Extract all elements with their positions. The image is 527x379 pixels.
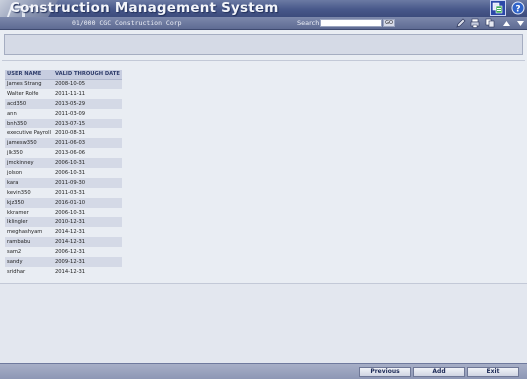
column-header-valid-through[interactable]: VALID THROUGH DATE bbox=[52, 70, 122, 80]
user-name-cell[interactable]: kkramer bbox=[5, 207, 53, 218]
table-row[interactable]: acd350 2013-05-29 bbox=[5, 98, 122, 109]
user-name-cell[interactable]: executive Payroll bbox=[5, 128, 53, 139]
arrow-up-icon bbox=[503, 20, 510, 26]
user-table: USER NAME VALID THROUGH DATE James Stran… bbox=[5, 70, 122, 277]
table-row[interactable]: sam2 2006-12-31 bbox=[5, 247, 122, 258]
table-row[interactable]: ann 2011-03-09 bbox=[5, 108, 122, 119]
user-name-cell[interactable]: sridhar bbox=[5, 266, 53, 277]
valid-date-cell: 2013-06-06 bbox=[52, 148, 122, 159]
help-icon: ? bbox=[511, 1, 525, 15]
search-input[interactable] bbox=[320, 19, 382, 27]
copy-icon bbox=[485, 18, 494, 28]
print-tool-button[interactable] bbox=[469, 18, 480, 28]
detail-area bbox=[0, 283, 527, 363]
scroll-up-button[interactable] bbox=[501, 18, 512, 28]
valid-date-cell: 2010-08-31 bbox=[52, 128, 122, 139]
table-row[interactable]: kevin350 2011-03-31 bbox=[5, 187, 122, 198]
user-name-cell[interactable]: James Strang bbox=[5, 79, 53, 89]
valid-date-cell: 2009-12-31 bbox=[52, 257, 122, 267]
title-bar: Construction Management System ? bbox=[0, 0, 527, 30]
valid-date-cell: 2006-10-31 bbox=[52, 168, 122, 178]
user-name-cell[interactable]: meghashyam bbox=[5, 227, 53, 238]
add-button[interactable]: Add bbox=[413, 367, 465, 377]
svg-text:?: ? bbox=[515, 4, 520, 14]
valid-date-cell: 2011-09-30 bbox=[52, 177, 122, 188]
user-name-cell[interactable]: rambabu bbox=[5, 237, 53, 248]
table-row[interactable]: bnh350 2013-07-15 bbox=[5, 118, 122, 129]
valid-date-cell: 2014-12-31 bbox=[52, 266, 122, 277]
valid-date-cell: 2011-06-03 bbox=[52, 138, 122, 149]
user-name-cell[interactable]: ann bbox=[5, 108, 53, 119]
valid-date-cell: 2011-03-09 bbox=[52, 108, 122, 119]
app-switch-icon bbox=[492, 2, 503, 14]
filter-panel bbox=[4, 34, 523, 55]
table-row[interactable]: executive Payroll 2010-08-31 bbox=[5, 128, 122, 139]
search-label: Search bbox=[297, 19, 320, 27]
valid-date-cell: 2006-12-31 bbox=[52, 247, 122, 258]
table-row[interactable]: sandy 2009-12-31 bbox=[5, 257, 122, 267]
user-list-area: USER NAME VALID THROUGH DATE James Stran… bbox=[2, 60, 525, 283]
table-row[interactable]: sridhar 2014-12-31 bbox=[5, 266, 122, 277]
valid-date-cell: 2014-12-31 bbox=[52, 227, 122, 238]
app-title: Construction Management System bbox=[10, 0, 279, 16]
table-row[interactable]: kara 2011-09-30 bbox=[5, 177, 122, 188]
context-bar: 01/000 CGC Construction Corp Search GO bbox=[0, 17, 527, 30]
copy-tool-button[interactable] bbox=[484, 18, 495, 28]
user-name-cell[interactable]: lklingler bbox=[5, 217, 53, 228]
table-row[interactable]: lklingler 2010-12-31 bbox=[5, 217, 122, 228]
table-row[interactable]: meghashyam 2014-12-31 bbox=[5, 227, 122, 238]
print-icon bbox=[470, 18, 479, 28]
table-row[interactable]: kkramer 2006-10-31 bbox=[5, 207, 122, 218]
user-name-cell[interactable]: kjz350 bbox=[5, 197, 53, 208]
user-name-cell[interactable]: acd350 bbox=[5, 98, 53, 109]
user-name-cell[interactable]: jolson bbox=[5, 168, 53, 178]
company-label: 01/000 CGC Construction Corp bbox=[72, 19, 182, 27]
arrow-down-icon bbox=[517, 20, 524, 26]
previous-button[interactable]: Previous bbox=[359, 367, 411, 377]
user-name-cell[interactable]: kara bbox=[5, 177, 53, 188]
valid-date-cell: 2014-12-31 bbox=[52, 237, 122, 248]
help-button[interactable]: ? bbox=[510, 0, 526, 16]
app-switch-button[interactable] bbox=[490, 0, 506, 16]
table-row[interactable]: kjz350 2016-01-10 bbox=[5, 197, 122, 208]
table-header-row: USER NAME VALID THROUGH DATE bbox=[5, 70, 122, 80]
user-name-cell[interactable]: sandy bbox=[5, 257, 53, 267]
table-row[interactable]: James Strang 2008-10-05 bbox=[5, 79, 122, 89]
table-row[interactable]: jamesw350 2011-06-03 bbox=[5, 138, 122, 149]
user-name-cell[interactable]: sam2 bbox=[5, 247, 53, 258]
table-row[interactable]: jolson 2006-10-31 bbox=[5, 168, 122, 178]
go-button[interactable]: GO bbox=[383, 19, 395, 27]
valid-date-cell: 2011-11-11 bbox=[52, 88, 122, 99]
user-name-cell[interactable]: jamesw350 bbox=[5, 138, 53, 149]
valid-date-cell: 2006-10-31 bbox=[52, 207, 122, 218]
valid-date-cell: 2006-10-31 bbox=[52, 158, 122, 169]
column-header-user-name[interactable]: USER NAME bbox=[5, 70, 53, 80]
table-row[interactable]: jlk350 2013-06-06 bbox=[5, 148, 122, 159]
edit-tool-button[interactable] bbox=[455, 18, 466, 28]
user-name-cell[interactable]: bnh350 bbox=[5, 118, 53, 129]
user-name-cell[interactable]: kevin350 bbox=[5, 187, 53, 198]
valid-date-cell: 2011-03-31 bbox=[52, 187, 122, 198]
valid-date-cell: 2016-01-10 bbox=[52, 197, 122, 208]
valid-date-cell: 2013-05-29 bbox=[52, 98, 122, 109]
user-name-cell[interactable]: jmckinney bbox=[5, 158, 53, 169]
valid-date-cell: 2008-10-05 bbox=[52, 79, 122, 89]
pen-icon bbox=[455, 18, 465, 28]
valid-date-cell: 2010-12-31 bbox=[52, 217, 122, 228]
table-row[interactable]: Walter Rolfe 2011-11-11 bbox=[5, 88, 122, 99]
user-name-cell[interactable]: Walter Rolfe bbox=[5, 88, 53, 99]
exit-button[interactable]: Exit bbox=[467, 367, 519, 377]
valid-date-cell: 2013-07-15 bbox=[52, 118, 122, 129]
footer-toolbar: Previous Add Exit bbox=[0, 363, 527, 379]
table-row[interactable]: rambabu 2014-12-31 bbox=[5, 237, 122, 248]
table-row[interactable]: jmckinney 2006-10-31 bbox=[5, 158, 122, 169]
user-name-cell[interactable]: jlk350 bbox=[5, 148, 53, 159]
scroll-down-button[interactable] bbox=[515, 18, 526, 28]
